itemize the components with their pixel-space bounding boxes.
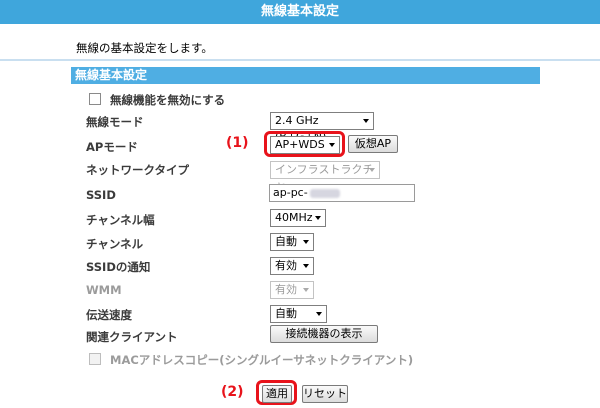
channel-width-select[interactable]: 40MHz [270, 209, 326, 227]
wmm-label: WMM [86, 283, 122, 297]
intro-text: 無線の基本設定をします。 [76, 41, 213, 55]
disable-wireless-label: 無線機能を無効にする [110, 93, 226, 107]
network-type-label: ネットワークタイプ [86, 163, 190, 177]
tx-rate-value: 自動 [275, 307, 297, 320]
chevron-down-icon [303, 288, 309, 292]
show-connected-devices-button[interactable]: 接続機器の表示 [270, 325, 378, 343]
ssid-broadcast-label: SSIDの通知 [86, 260, 151, 274]
chevron-down-icon [315, 216, 321, 220]
chevron-down-icon [329, 143, 335, 147]
wmm-value: 有効 [275, 283, 297, 296]
chevron-down-icon [369, 168, 375, 172]
channel-select[interactable]: 自動 [270, 233, 314, 251]
channel-value: 自動 [275, 235, 297, 248]
channel-width-label: チャンネル幅 [86, 213, 155, 227]
associated-clients-label: 関連クライアント [86, 330, 178, 344]
annotation-1: (1) [226, 135, 249, 151]
ssid-broadcast-value: 有効 [275, 259, 297, 272]
network-type-select[interactable]: インフラストラクチャ [270, 161, 380, 192]
apply-button[interactable]: 適用 [262, 385, 292, 403]
ssid-label: SSID [86, 188, 116, 202]
wmm-select[interactable]: 有効 [270, 281, 314, 299]
ssid-broadcast-select[interactable]: 有効 [270, 257, 314, 275]
tx-rate-label: 伝送速度 [86, 308, 132, 322]
wireless-mode-label: 無線モード [86, 115, 144, 129]
ap-mode-label: APモード [86, 140, 138, 154]
ssid-value: ap-pc- [273, 186, 308, 199]
chevron-down-icon [303, 264, 309, 268]
mac-clone-label: MACアドレスコピー(シングルイーサネットクライアント) [110, 353, 414, 367]
ap-mode-select[interactable]: AP+WDS [270, 136, 340, 154]
chevron-down-icon [316, 312, 322, 316]
section-title: 無線基本設定 [71, 67, 540, 84]
channel-label: チャンネル [86, 237, 144, 251]
wireless-mode-select[interactable]: 2.4 GHz (B+G+N) [270, 112, 374, 143]
annotation-2: (2) [221, 384, 244, 400]
channel-width-value: 40MHz [275, 211, 313, 224]
ssid-input[interactable]: ap-pc- [269, 184, 415, 202]
disable-wireless-checkbox[interactable] [89, 93, 101, 105]
tx-rate-select[interactable]: 自動 [270, 305, 327, 323]
virtual-ap-button[interactable]: 仮想AP [348, 135, 398, 153]
reset-button[interactable]: リセット [302, 385, 348, 403]
divider [0, 59, 600, 61]
chevron-down-icon [303, 240, 309, 244]
mac-clone-checkbox[interactable] [89, 353, 101, 365]
chevron-down-icon [363, 119, 369, 123]
redacted-text [309, 188, 340, 198]
ap-mode-value: AP+WDS [275, 138, 325, 151]
page-header: 無線基本設定 [0, 0, 600, 24]
